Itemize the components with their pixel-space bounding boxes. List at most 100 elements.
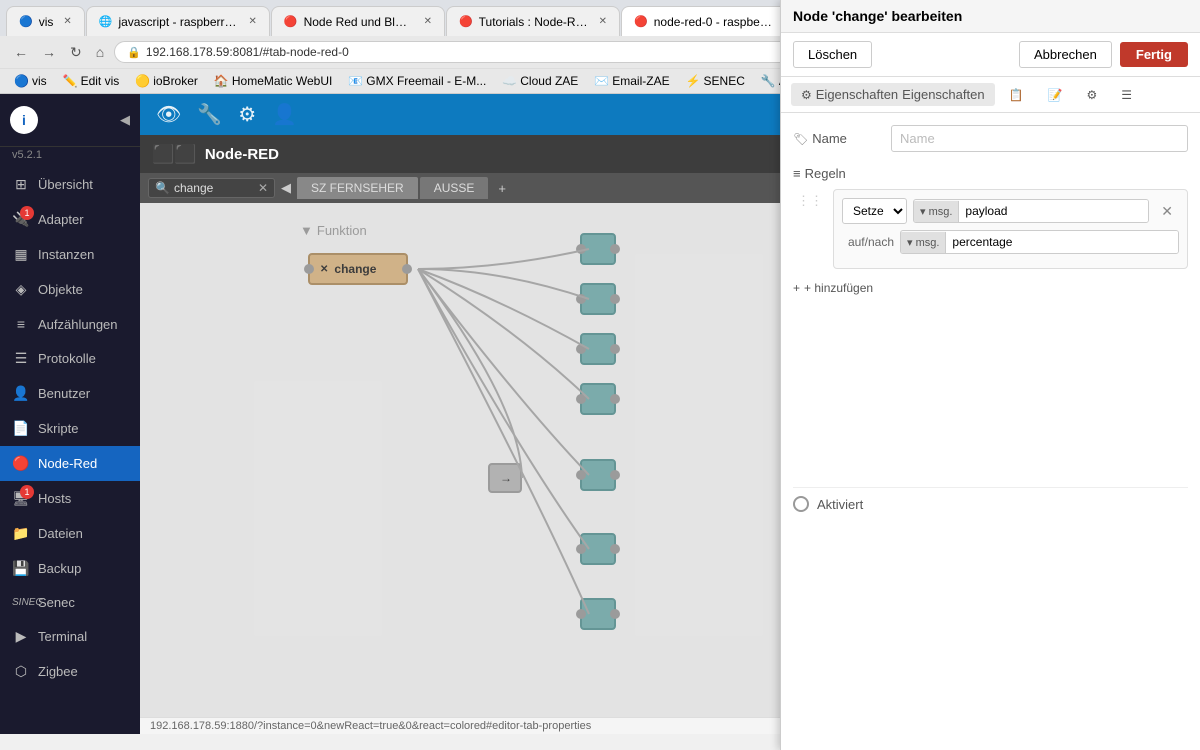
sidebar-label-objekte: Objekte bbox=[38, 282, 83, 297]
plus-icon: + bbox=[793, 281, 800, 295]
sidebar-item-aufzaehlungen[interactable]: ≡ Aufzählungen bbox=[0, 307, 140, 341]
tab-tutorials-close[interactable]: ✕ bbox=[599, 16, 607, 27]
back-button[interactable]: ← bbox=[10, 42, 32, 62]
search-icon: 🔍 bbox=[155, 181, 170, 195]
sidebar-item-skripte[interactable]: 📄 Skripte bbox=[0, 411, 140, 446]
canvas-node-6[interactable] bbox=[580, 533, 616, 565]
canvas-node-3[interactable] bbox=[580, 333, 616, 365]
tab-javascript-close[interactable]: ✕ bbox=[248, 16, 256, 27]
add-rule-button[interactable]: + + hinzufügen bbox=[793, 277, 873, 299]
activate-circle-icon[interactable] bbox=[793, 496, 809, 512]
sidebar-item-benutzer[interactable]: 👤 Benutzer bbox=[0, 376, 140, 411]
sidebar-nav: ⊞ Übersicht 1 🔌 Adapter ▦ Instanzen ◈ Ob… bbox=[0, 167, 140, 734]
arrow-icon: → bbox=[500, 471, 512, 485]
bookmark-email[interactable]: ✉️ Email-ZAE bbox=[588, 72, 675, 90]
bookmark-homematic[interactable]: 🏠 HomeMatic WebUI bbox=[208, 72, 338, 90]
objekte-icon: ◈ bbox=[12, 281, 30, 298]
sidebar-version: v5.2.1 bbox=[0, 147, 140, 167]
tab-blockly-close[interactable]: ✕ bbox=[424, 16, 432, 27]
sidebar-label-adapter: Adapter bbox=[38, 212, 84, 227]
skripte-icon: 📄 bbox=[12, 420, 30, 437]
sidebar-item-adapter[interactable]: 1 🔌 Adapter bbox=[0, 202, 140, 237]
canvas-node-7[interactable] bbox=[580, 598, 616, 630]
rule-drag-handle[interactable]: ⋮⋮ bbox=[793, 203, 827, 213]
header-wrench-icon[interactable]: 🔧 bbox=[197, 102, 222, 127]
rule-value-input[interactable] bbox=[946, 231, 1178, 253]
header-person-icon[interactable]: 👤 bbox=[272, 102, 297, 127]
rule-target-input[interactable] bbox=[959, 203, 1148, 222]
canvas-node-change[interactable]: ✕ change bbox=[308, 253, 408, 285]
section-label-funktion: ▼ Funktion bbox=[300, 223, 367, 238]
sidebar-item-backup[interactable]: 💾 Backup bbox=[0, 551, 140, 586]
sidebar-item-senec[interactable]: SINEC Senec bbox=[0, 586, 140, 619]
sidebar-item-instanzen[interactable]: ▦ Instanzen bbox=[0, 237, 140, 272]
hosts-badge: 1 bbox=[20, 485, 34, 499]
section-arrow-icon: ▼ bbox=[300, 223, 313, 238]
bookmark-gmx[interactable]: 📧 GMX Freemail - E-M... bbox=[342, 72, 492, 90]
canvas-node-2[interactable] bbox=[580, 283, 616, 315]
canvas-node-5[interactable] bbox=[580, 459, 616, 491]
tab-add-button[interactable]: + bbox=[490, 181, 514, 196]
forward-button[interactable]: → bbox=[38, 42, 60, 62]
sidebar-item-hosts[interactable]: 1 🖥 Hosts bbox=[0, 481, 140, 516]
address-text: 192.168.178.59:8081/#tab-node-red-0 bbox=[146, 45, 349, 59]
tab-nodered-label: node-red-0 - raspberrypi bbox=[654, 15, 774, 29]
sidebar-label-benutzer: Benutzer bbox=[38, 386, 90, 401]
canvas-node-1[interactable] bbox=[580, 233, 616, 265]
tab-vis-icon: 🔵 bbox=[19, 15, 33, 28]
sidebar-item-uebersicht[interactable]: ⊞ Übersicht bbox=[0, 167, 140, 202]
header-gear-icon[interactable]: ⚙ bbox=[238, 102, 256, 127]
rule-action-select[interactable]: Setze bbox=[842, 203, 907, 224]
flow-tab-ausse[interactable]: AUSSE bbox=[420, 177, 489, 199]
tab-blockly-icon: 🔴 bbox=[284, 15, 298, 28]
tab-left-arrow[interactable]: ◀ bbox=[277, 180, 295, 196]
canvas-node-4[interactable] bbox=[580, 383, 616, 415]
tab-javascript[interactable]: 🌐 javascript - raspberrypi ✕ bbox=[86, 6, 270, 36]
sidebar-item-protokolle[interactable]: ☰ Protokolle bbox=[0, 341, 140, 376]
sidebar-item-nodered[interactable]: 🔴 Node-Red bbox=[0, 446, 140, 481]
tab-vis[interactable]: 🔵 vis ✕ bbox=[6, 6, 85, 36]
node-5-port-right bbox=[610, 470, 620, 480]
rule-target-type-text: ▾ msg. bbox=[920, 205, 952, 218]
sidebar-item-dateien[interactable]: 📁 Dateien bbox=[0, 516, 140, 551]
flow-tab-sz-fernseher[interactable]: SZ FERNSEHER bbox=[297, 177, 418, 199]
tab-tutorials[interactable]: 🔴 Tutorials : Node-RED ✕ bbox=[446, 6, 620, 36]
bookmark-cloud[interactable]: ☁️ Cloud ZAE bbox=[496, 72, 584, 90]
rule-delete-button[interactable]: ✕ bbox=[1155, 203, 1179, 222]
bookmark-vis[interactable]: 🔵 vis bbox=[8, 72, 53, 90]
bookmark-senec[interactable]: ⚡ SENEC bbox=[680, 72, 751, 90]
rule-target-input-group: ▾ msg. bbox=[913, 203, 1149, 223]
search-input[interactable] bbox=[174, 181, 254, 195]
tab-blockly[interactable]: 🔴 Node Red und Blockly Scripte ✕ bbox=[271, 6, 445, 36]
tab-vis-close[interactable]: ✕ bbox=[63, 16, 71, 27]
node-5-port-left bbox=[576, 470, 586, 480]
search-clear-icon[interactable]: ✕ bbox=[258, 181, 268, 195]
sidebar-item-objekte[interactable]: ◈ Objekte bbox=[0, 272, 140, 307]
sidebar-label-uebersicht: Übersicht bbox=[38, 177, 93, 192]
lock-icon: 🔒 bbox=[127, 46, 141, 59]
bookmark-iobroker[interactable]: 🟡 ioBroker bbox=[129, 72, 204, 90]
senec-icon: SINEC bbox=[12, 597, 30, 608]
canvas-node-arrow[interactable]: → bbox=[488, 463, 522, 493]
node-3-port-left bbox=[576, 344, 586, 354]
auf-nach-label: auf/nach bbox=[842, 235, 894, 249]
section-label-text: Funktion bbox=[317, 223, 367, 238]
reload-button[interactable]: ↻ bbox=[66, 42, 86, 63]
nodered-logo: ⬛⬛ Node-RED bbox=[152, 144, 279, 165]
header-eye-icon[interactable]: 👁 bbox=[156, 102, 181, 127]
node-edit-panel: Node 'change' bearbeiten Löschen Abbrech… bbox=[780, 203, 1200, 717]
uebersicht-icon: ⊞ bbox=[12, 176, 30, 193]
sidebar-collapse-btn[interactable]: ◀ bbox=[120, 112, 130, 128]
rule-target-type-badge[interactable]: ▾ msg. bbox=[914, 203, 959, 222]
search-box[interactable]: 🔍 ✕ bbox=[148, 178, 275, 198]
main-content: 👁 🔧 ⚙ 👤 ⬛⬛ Node-RED Übernahme (deploy) ▾… bbox=[140, 94, 1200, 734]
panel-spacer bbox=[793, 299, 1188, 479]
rule-value-type-badge[interactable]: ▾ msg. bbox=[901, 232, 946, 253]
node-4-port-left bbox=[576, 394, 586, 404]
zigbee-icon: ⬡ bbox=[12, 663, 30, 680]
home-button[interactable]: ⌂ bbox=[92, 42, 108, 62]
sidebar-item-zigbee[interactable]: ⬡ Zigbee bbox=[0, 654, 140, 689]
tab-nodered[interactable]: 🔴 node-red-0 - raspberrypi ✕ bbox=[621, 6, 805, 36]
bookmark-editvis[interactable]: ✏️ Edit vis bbox=[57, 72, 126, 90]
sidebar-item-terminal[interactable]: ▶ Terminal bbox=[0, 619, 140, 654]
